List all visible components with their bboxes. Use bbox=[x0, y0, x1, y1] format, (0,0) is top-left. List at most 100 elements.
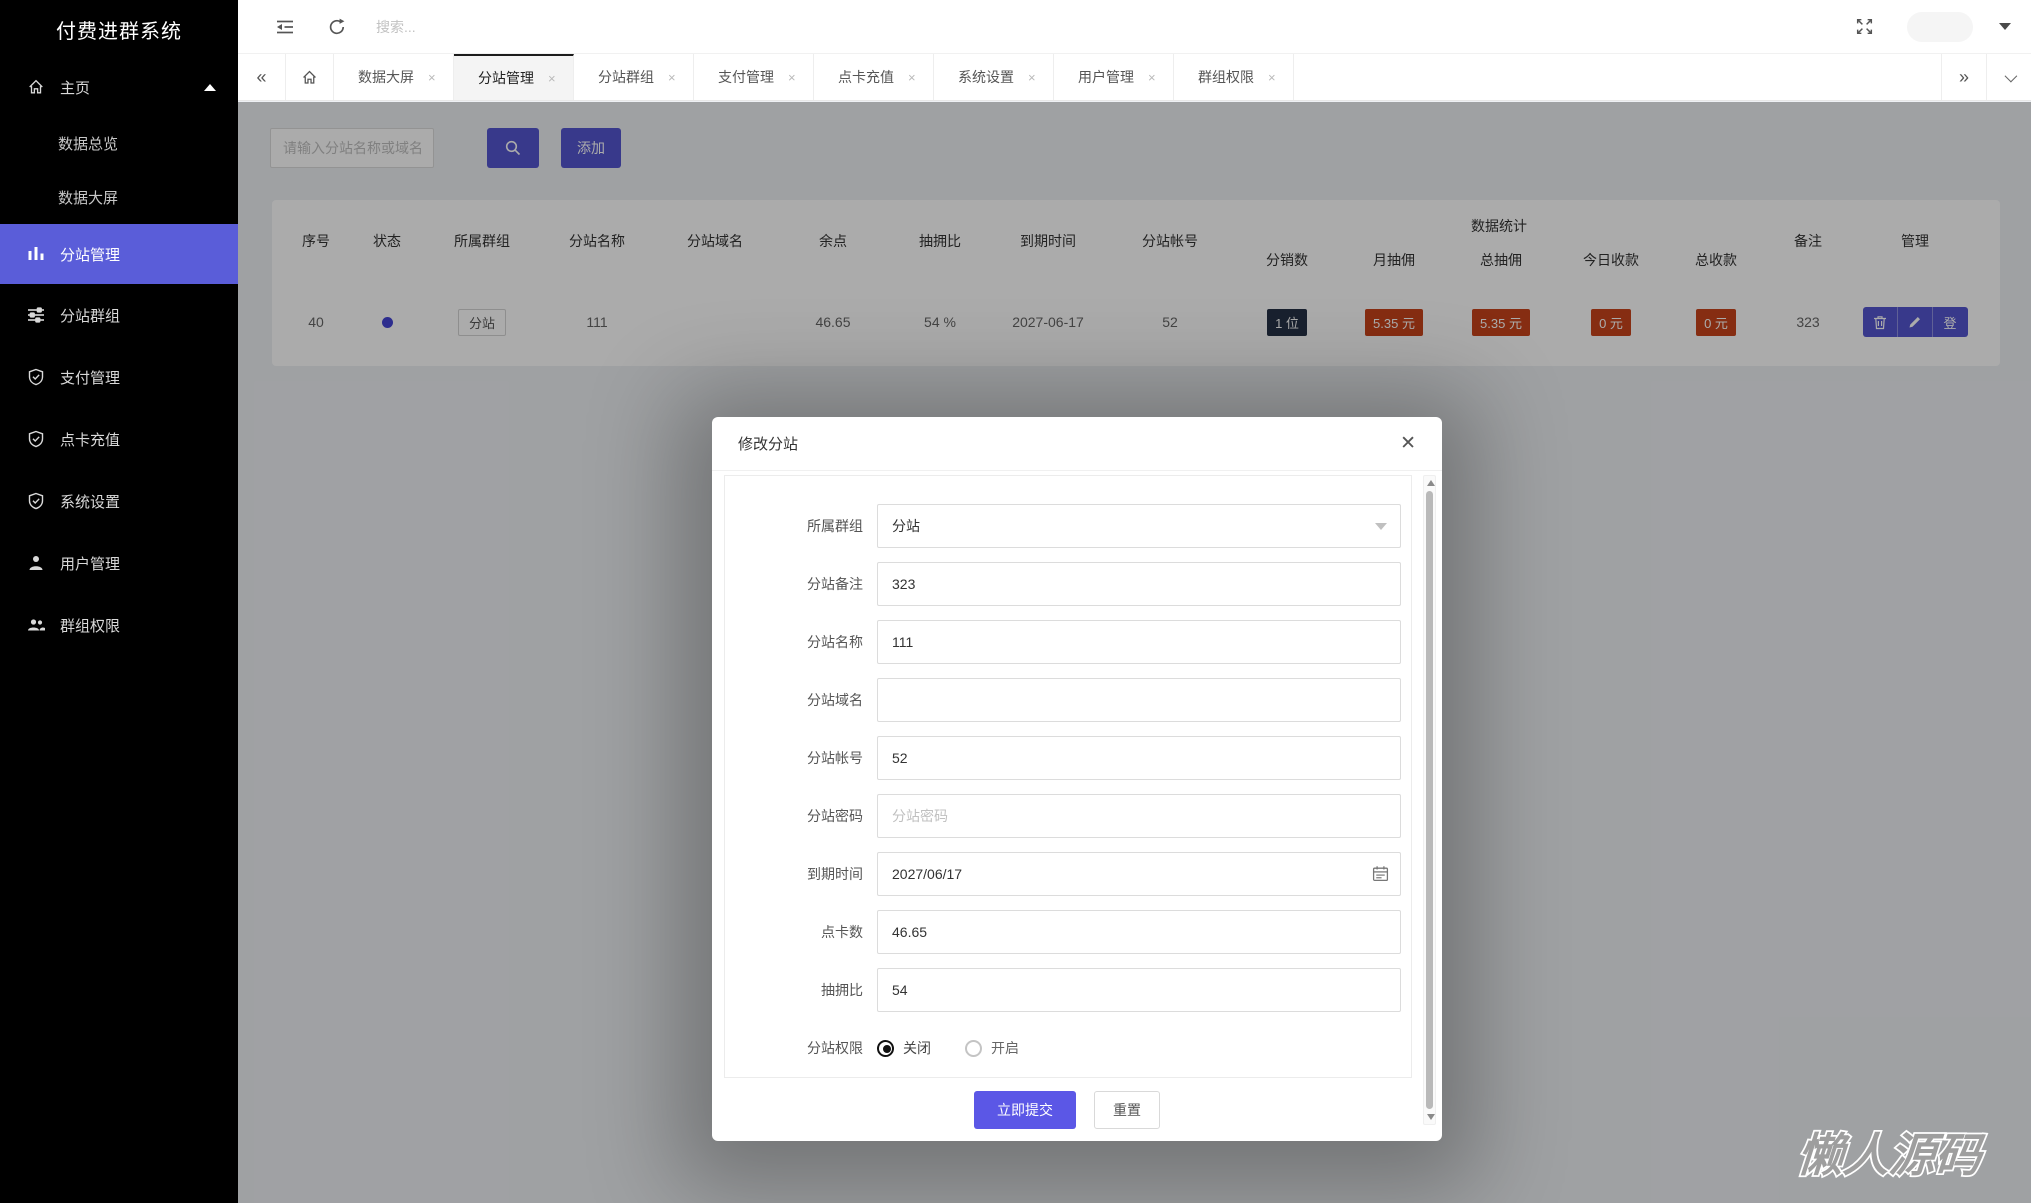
select-caret-icon bbox=[1375, 523, 1387, 530]
sidebar-item-user-management[interactable]: 用户管理 bbox=[0, 532, 238, 594]
close-icon[interactable]: × bbox=[1148, 70, 1156, 85]
app-title: 付费进群系统 bbox=[56, 20, 182, 43]
tab-group-permissions[interactable]: 群组权限 × bbox=[1174, 54, 1294, 100]
permission-on-radio[interactable]: 开启 bbox=[965, 1038, 1019, 1058]
sidebar-item-data-bigscreen[interactable]: 数据大屏 bbox=[0, 170, 238, 224]
tab-label: 群组权限 bbox=[1198, 69, 1254, 85]
edit-site-modal: 修改分站 ✕ 所属群组 分站备注 分站名称 分站域名 bbox=[712, 417, 1442, 1141]
close-icon[interactable]: × bbox=[908, 70, 916, 85]
radio-icon bbox=[965, 1039, 982, 1057]
tab-label: 点卡充值 bbox=[838, 69, 894, 85]
tab-label: 分站群组 bbox=[598, 69, 654, 85]
sidebar-item-system-settings[interactable]: 系统设置 bbox=[0, 470, 238, 532]
field-label: 分站密码 bbox=[807, 808, 863, 824]
tab-payment[interactable]: 支付管理 × bbox=[694, 54, 814, 100]
watermark: 懒人源码 bbox=[1767, 1116, 2017, 1197]
sidebar-item-home[interactable]: 主页 bbox=[0, 58, 238, 116]
close-icon[interactable]: × bbox=[548, 71, 556, 86]
sidebar-item-payment[interactable]: 支付管理 bbox=[0, 346, 238, 408]
user-avatar[interactable] bbox=[1907, 11, 1973, 42]
sidebar-item-card-recharge[interactable]: 点卡充值 bbox=[0, 408, 238, 470]
form-row-expire: 到期时间 bbox=[725, 852, 1411, 896]
collapse-menu-icon[interactable] bbox=[272, 14, 298, 40]
form-row-password: 分站密码 bbox=[725, 794, 1411, 838]
tab-label: 系统设置 bbox=[958, 69, 1014, 85]
close-icon[interactable]: × bbox=[1028, 70, 1036, 85]
site-name-input[interactable] bbox=[877, 620, 1401, 664]
sidebar-item-site-groups[interactable]: 分站群组 bbox=[0, 284, 238, 346]
calendar-icon bbox=[1372, 865, 1389, 887]
tab-data-bigscreen[interactable]: 数据大屏 × bbox=[334, 54, 454, 100]
form-row-domain: 分站域名 bbox=[725, 678, 1411, 722]
sidebar-item-label: 分站群组 bbox=[60, 307, 121, 325]
close-icon[interactable]: × bbox=[668, 70, 676, 85]
sliders-icon bbox=[26, 305, 46, 325]
sidebar-item-site-management[interactable]: 分站管理 bbox=[0, 224, 238, 284]
modal-scrollbar[interactable] bbox=[1423, 475, 1436, 1125]
sidebar-item-group-permissions[interactable]: 群组权限 bbox=[0, 594, 238, 656]
date-picker[interactable] bbox=[877, 852, 1401, 896]
form-row-name: 分站名称 bbox=[725, 620, 1411, 664]
refresh-icon[interactable] bbox=[324, 14, 350, 40]
tab-user-management[interactable]: 用户管理 × bbox=[1054, 54, 1174, 100]
expire-date-input[interactable] bbox=[877, 852, 1401, 896]
account-input[interactable] bbox=[877, 736, 1401, 780]
field-label: 分站备注 bbox=[807, 576, 863, 592]
submit-button[interactable]: 立即提交 bbox=[974, 1090, 1076, 1129]
screen: 付费进群系统 主页 数据总览 数据大屏 分站管理 分站群组 支付管理 点卡充值 … bbox=[0, 0, 2031, 1203]
field-label: 分站帐号 bbox=[807, 750, 863, 766]
close-icon[interactable]: × bbox=[788, 70, 796, 85]
points-input[interactable] bbox=[877, 910, 1401, 954]
watermark-text: 懒人源码 bbox=[1795, 1129, 1987, 1181]
tab-card-recharge[interactable]: 点卡充值 × bbox=[814, 54, 934, 100]
group-select[interactable] bbox=[877, 504, 1401, 548]
rate-input[interactable] bbox=[877, 968, 1401, 1012]
sidebar-item-label: 支付管理 bbox=[60, 369, 121, 387]
field-label: 分站名称 bbox=[807, 634, 863, 650]
close-icon[interactable]: × bbox=[428, 70, 436, 85]
field-label: 分站权限 bbox=[807, 1040, 863, 1056]
password-input[interactable] bbox=[877, 794, 1401, 838]
remark-input[interactable] bbox=[877, 562, 1401, 606]
domain-input[interactable] bbox=[877, 678, 1401, 722]
sidebar-item-label: 点卡充值 bbox=[60, 431, 121, 449]
tabs-menu-button[interactable] bbox=[1986, 54, 2031, 100]
users-icon bbox=[26, 615, 46, 635]
tabbar-right-controls: » bbox=[1941, 54, 2031, 100]
tab-label: 数据大屏 bbox=[358, 69, 414, 85]
sidebar-item-data-overview[interactable]: 数据总览 bbox=[0, 116, 238, 170]
shield-check-icon bbox=[26, 429, 46, 449]
field-label: 所属群组 bbox=[807, 518, 863, 534]
tab-site-groups[interactable]: 分站群组 × bbox=[574, 54, 694, 100]
toolbar-right bbox=[1851, 11, 2011, 42]
form-row-points: 点卡数 bbox=[725, 910, 1411, 954]
form-row-rate: 抽拥比 bbox=[725, 968, 1411, 1012]
modal-header: 修改分站 ✕ bbox=[712, 417, 1442, 471]
form-row-permission: 分站权限 关闭 开启 bbox=[725, 1026, 1411, 1070]
tab-system-settings[interactable]: 系统设置 × bbox=[934, 54, 1054, 100]
fullscreen-icon[interactable] bbox=[1851, 14, 1877, 40]
tab-site-management[interactable]: 分站管理 × bbox=[454, 54, 574, 100]
tabs-scroll-left-button[interactable]: « bbox=[238, 54, 286, 100]
home-icon bbox=[26, 77, 46, 97]
home-tab[interactable] bbox=[286, 54, 334, 100]
user-menu-caret-icon[interactable] bbox=[1999, 23, 2011, 30]
close-icon[interactable]: ✕ bbox=[1400, 434, 1416, 453]
scroll-up-icon[interactable] bbox=[1427, 480, 1435, 486]
global-search-input[interactable] bbox=[376, 18, 696, 35]
group-select-input[interactable] bbox=[877, 504, 1401, 548]
reset-button[interactable]: 重置 bbox=[1094, 1090, 1160, 1129]
sidebar-item-label: 数据总览 bbox=[58, 135, 119, 153]
shield-check-icon bbox=[26, 491, 46, 511]
sidebar-item-label: 分站管理 bbox=[60, 246, 121, 264]
shield-check-icon bbox=[26, 367, 46, 387]
permission-off-radio[interactable]: 关闭 bbox=[877, 1038, 931, 1058]
scrollbar-thumb[interactable] bbox=[1426, 491, 1433, 1109]
top-toolbar bbox=[238, 0, 2031, 54]
bar-chart-icon bbox=[26, 244, 46, 264]
caret-up-icon bbox=[204, 83, 216, 91]
sidebar-item-label: 群组权限 bbox=[60, 617, 121, 635]
tabs-scroll-right-button[interactable]: » bbox=[1941, 54, 1986, 100]
close-icon[interactable]: × bbox=[1268, 70, 1276, 85]
form-row-account: 分站帐号 bbox=[725, 736, 1411, 780]
